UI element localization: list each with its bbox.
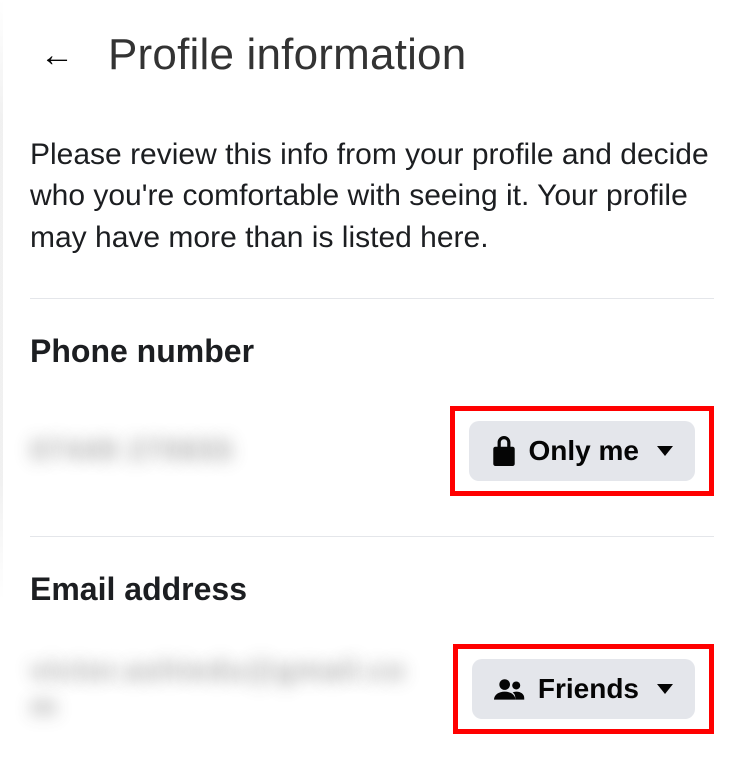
email-section: Email address victor.ashiedu@gmail.com F… — [0, 537, 744, 774]
phone-audience-highlight: Only me — [450, 406, 714, 496]
lock-icon — [491, 436, 517, 466]
email-section-title: Email address — [30, 571, 714, 608]
phone-value: 07449 270655 — [30, 433, 234, 469]
friends-icon — [494, 677, 526, 701]
back-button[interactable]: ← — [40, 38, 74, 72]
description-text: Please review this info from your profil… — [0, 100, 744, 298]
caret-down-icon — [657, 446, 673, 456]
email-audience-selector[interactable]: Friends — [472, 659, 695, 719]
phone-section: Phone number 07449 270655 Only me — [0, 299, 744, 536]
email-audience-label: Friends — [538, 673, 639, 705]
phone-row: 07449 270655 Only me — [30, 406, 714, 496]
phone-audience-label: Only me — [529, 435, 639, 467]
page-title: Profile information — [108, 30, 466, 80]
left-shadow — [0, 0, 3, 600]
phone-audience-selector[interactable]: Only me — [469, 421, 695, 481]
caret-down-icon — [657, 684, 673, 694]
header: ← Profile information — [0, 0, 744, 100]
email-audience-highlight: Friends — [453, 644, 714, 734]
email-value: victor.ashiedu@gmail.com — [30, 653, 410, 725]
phone-section-title: Phone number — [30, 333, 714, 370]
email-row: victor.ashiedu@gmail.com Friends — [30, 644, 714, 734]
